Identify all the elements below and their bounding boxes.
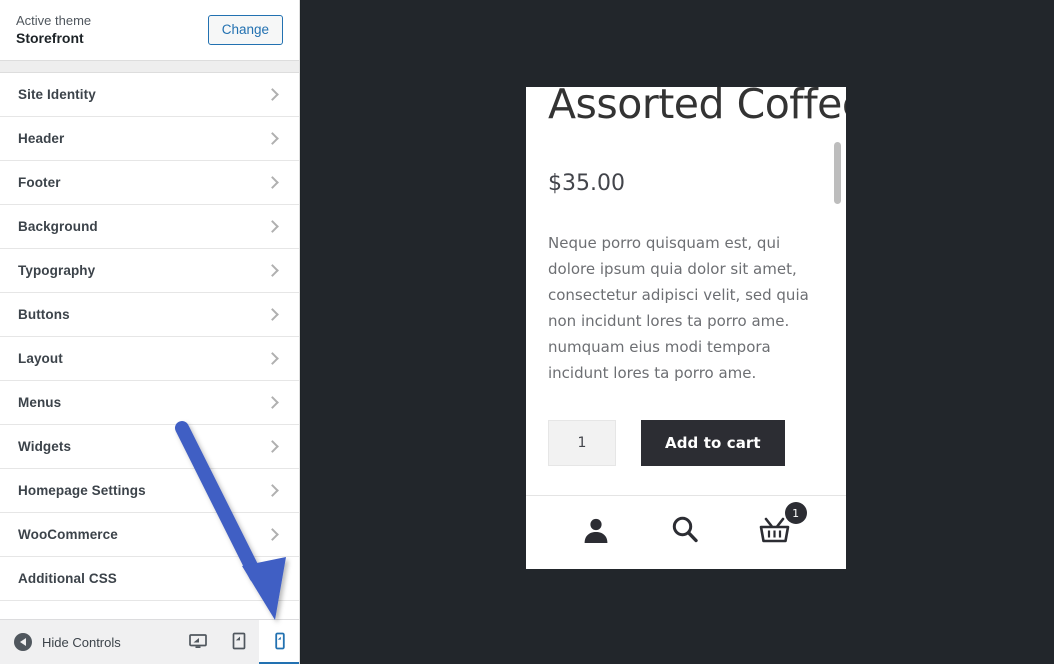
- sidebar-item-buttons[interactable]: Buttons: [0, 293, 299, 337]
- sidebar-item-background[interactable]: Background: [0, 205, 299, 249]
- active-theme-header: Active theme Storefront Change: [0, 0, 299, 60]
- chevron-right-icon: [266, 308, 279, 321]
- preview-scroll-content[interactable]: Assorted Coffee $35.00 Neque porro quisq…: [526, 87, 846, 569]
- device-button-tablet[interactable]: [218, 620, 259, 664]
- add-to-cart-row: 1 Add to cart: [548, 419, 824, 466]
- chevron-right-icon: [266, 220, 279, 233]
- customizer-footer-bar: Hide Controls: [0, 619, 299, 664]
- quantity-input[interactable]: 1: [548, 419, 616, 466]
- customizer-screen: Active theme Storefront Change Site Iden…: [0, 0, 1054, 664]
- sidebar-item-site-identity[interactable]: Site Identity: [0, 73, 299, 117]
- sidebar-item-typography[interactable]: Typography: [0, 249, 299, 293]
- chevron-right-icon: [266, 484, 279, 497]
- device-button-desktop[interactable]: [177, 620, 218, 664]
- sidebar-item-widgets[interactable]: Widgets: [0, 425, 299, 469]
- chevron-right-icon: [266, 88, 279, 101]
- sidebar-item-label: Additional CSS: [18, 571, 117, 586]
- device-button-mobile[interactable]: [259, 619, 299, 664]
- product-summary: Assorted Coffee $35.00 Neque porro quisq…: [526, 87, 846, 466]
- sidebar-item-header[interactable]: Header: [0, 117, 299, 161]
- sidebar-item-label: Header: [18, 131, 65, 146]
- sidebar-item-label: Typography: [18, 263, 96, 278]
- sidebar-item-label: Homepage Settings: [18, 483, 146, 498]
- hide-controls-label: Hide Controls: [42, 634, 121, 650]
- sidebar-item-label: Site Identity: [18, 87, 96, 102]
- cart-count-badge: 1: [784, 502, 807, 524]
- sidebar-item-woocommerce[interactable]: WooCommerce: [0, 513, 299, 557]
- sidebar-item-menus[interactable]: Menus: [0, 381, 299, 425]
- sidebar-item-homepage-settings[interactable]: Homepage Settings: [0, 469, 299, 513]
- customizer-sidebar: Active theme Storefront Change Site Iden…: [0, 0, 300, 664]
- mobile-bottom-nav: 1: [526, 495, 846, 569]
- mobile-preview-frame: Assorted Coffee $35.00 Neque porro quisq…: [526, 87, 846, 569]
- sidebar-item-label: Footer: [18, 175, 61, 190]
- sidebar-separator: [0, 60, 299, 73]
- chevron-right-icon: [266, 396, 279, 409]
- mobile-icon: [270, 631, 290, 651]
- active-theme-name: Storefront: [16, 30, 84, 47]
- tablet-icon: [229, 631, 249, 651]
- product-description: Neque porro quisquam est, qui dolore ips…: [548, 234, 809, 382]
- chevron-right-icon: [266, 264, 279, 277]
- sidebar-item-label: Menus: [18, 395, 62, 410]
- chevron-right-icon: [266, 528, 279, 541]
- active-theme-info: Active theme Storefront: [16, 12, 91, 48]
- chevron-right-icon: [266, 352, 279, 365]
- collapse-left-icon: [14, 633, 32, 651]
- sidebar-item-label: Layout: [18, 351, 63, 366]
- desktop-icon: [188, 631, 208, 651]
- sidebar-item-layout[interactable]: Layout: [0, 337, 299, 381]
- active-theme-label: Active theme: [16, 12, 92, 28]
- device-preview-switcher: [177, 619, 299, 664]
- sidebar-item-additional-css[interactable]: Additional CSS: [0, 557, 299, 601]
- customizer-panel-list: Site Identity Header Footer Background T…: [0, 73, 299, 601]
- product-price: $35.00: [548, 171, 625, 197]
- product-title: Assorted Coffee: [548, 87, 846, 128]
- sidebar-item-label: Buttons: [18, 307, 70, 322]
- nav-account-button[interactable]: [579, 513, 613, 552]
- nav-cart-button[interactable]: 1: [757, 502, 807, 552]
- sidebar-item-label: Widgets: [18, 439, 72, 454]
- sidebar-item-footer[interactable]: Footer: [0, 161, 299, 205]
- hide-controls-button[interactable]: Hide Controls: [0, 633, 177, 651]
- preview-area: Assorted Coffee $35.00 Neque porro quisq…: [301, 0, 1054, 664]
- nav-search-button[interactable]: [668, 513, 702, 552]
- user-icon: [579, 513, 613, 552]
- chevron-right-icon: [266, 572, 279, 585]
- sidebar-item-label: WooCommerce: [18, 527, 118, 542]
- chevron-right-icon: [266, 132, 279, 145]
- chevron-right-icon: [266, 440, 279, 453]
- search-icon: [668, 513, 702, 552]
- add-to-cart-button[interactable]: Add to cart: [641, 419, 785, 466]
- preview-scrollbar[interactable]: [834, 142, 841, 204]
- change-theme-button[interactable]: Change: [207, 14, 283, 46]
- chevron-right-icon: [266, 176, 279, 189]
- sidebar-item-label: Background: [18, 219, 98, 234]
